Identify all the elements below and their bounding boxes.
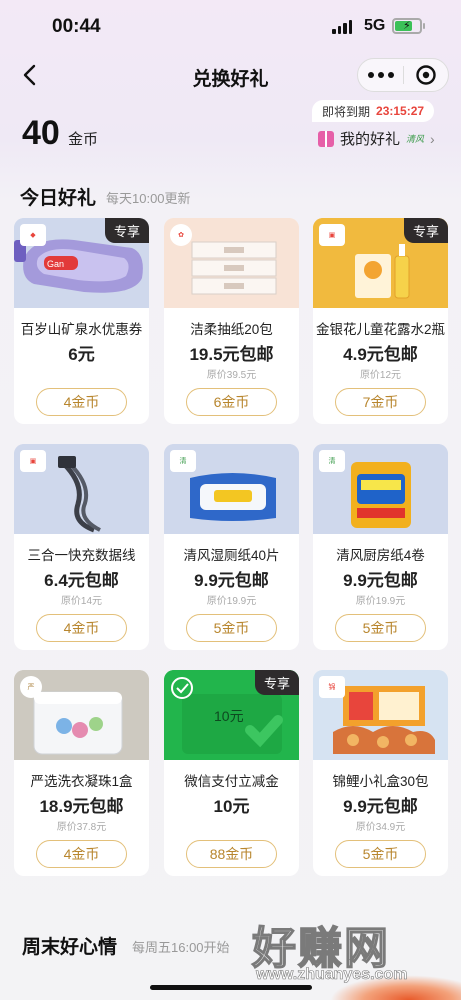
product-card[interactable]: Gan ◆ 专享 百岁山矿泉水优惠券 6元 4金币 [14,218,149,424]
redeem-button[interactable]: 5金币 [335,840,426,868]
product-name: 洁柔抽纸20包 [190,322,273,337]
product-original-price: 原价34.9元 [355,822,406,833]
target-icon[interactable] [404,59,448,91]
battery-icon: ⚡ [392,18,422,34]
redeem-button[interactable]: 5金币 [186,614,277,642]
my-gifts-brand: 清风 [406,134,425,144]
product-price: 9.9元包邮 [343,571,418,590]
product-image: Gan ◆ 专享 [14,218,149,308]
product-name: 金银花儿童花露水2瓶 [315,322,445,337]
product-name: 三合一快充数据线 [27,548,136,563]
mini-program-capsule [357,58,449,92]
product-original-price: 原价14元 [60,596,103,607]
my-gifts-link[interactable]: 我的好礼 清风 › [318,128,435,149]
redeem-button[interactable]: 88金币 [186,840,277,868]
product-image: 锦 [313,670,448,760]
signal-icon [332,20,352,34]
weekend-section-title: 周末好心情 [22,937,118,958]
battery-tip [423,23,425,29]
status-time: 00:44 [52,16,101,37]
chevron-right-icon: › [430,130,435,147]
product-image: 清 [164,444,299,534]
product-original-price: 原价12元 [359,370,402,381]
watermark-url: www.zhuanyes.com [256,966,408,984]
exclusive-badge: 专享 [104,218,149,243]
product-name: 严选洗衣凝珠1盒 [30,774,133,789]
product-name: 清风湿厕纸40片 [183,548,280,563]
product-card[interactable]: ▣ 三合一快充数据线 6.4元包邮 原价14元 4金币 [14,444,149,650]
redeem-button[interactable]: 6金币 [186,388,277,416]
brand-logo: 清 [170,450,196,472]
svg-text:Gan: Gan [47,259,64,269]
product-card[interactable]: ▣ 专享 金银花儿童花露水2瓶 4.9元包邮 原价12元 7金币 [313,218,448,424]
status-bar: 00:44 5G ⚡ [0,0,461,52]
product-price: 6元 [68,345,95,364]
product-original-price: 原价19.9元 [206,596,257,607]
nav-bar: 兑换好礼 [0,52,461,98]
product-card[interactable]: 清 清风厨房纸4卷 9.9元包邮 原价19.9元 5金币 [313,444,448,650]
network-type: 5G [364,17,386,34]
product-price: 19.5元包邮 [189,345,274,364]
brand-logo: ◆ [20,224,46,246]
brand-logo: ✿ [170,224,192,246]
brand-logo: 清 [319,450,345,472]
exclusive-badge: 专享 [403,218,448,243]
product-image: 清 [313,444,448,534]
today-section-subtitle: 每天10:00更新 [106,191,191,206]
today-section-title: 今日好礼 [20,188,97,209]
redeem-button[interactable]: 7金币 [335,388,426,416]
product-price: 18.9元包邮 [39,797,124,816]
expire-badge: 即将到期 23:15:27 [312,100,435,122]
redeem-button[interactable]: 5金币 [335,614,426,642]
my-gifts-label: 我的好礼 [340,131,401,148]
product-original-price: 原价37.8元 [56,822,107,833]
product-name: 微信支付立减金 [184,774,279,789]
brand-logo: 严 [20,676,42,698]
exclusive-badge: 专享 [254,670,299,695]
product-card[interactable]: 锦 锦鲤小礼盒30包 9.9元包邮 原价34.9元 5金币 [313,670,448,876]
product-price: 10元 [213,797,250,816]
product-card[interactable]: ✿ 洁柔抽纸20包 19.5元包邮 原价39.5元 6金币 [164,218,299,424]
redeem-button[interactable]: 4金币 [36,614,127,642]
product-image: ▣ [14,444,149,534]
product-name: 清风厨房纸4卷 [336,548,425,563]
product-card[interactable]: 清 清风湿厕纸40片 9.9元包邮 原价19.9元 5金币 [164,444,299,650]
product-price: 9.9元包邮 [194,571,269,590]
product-image: 10元 专享 [164,670,299,760]
redeem-button[interactable]: 4金币 [36,840,127,868]
redeem-button[interactable]: 4金币 [36,388,127,416]
product-price: 9.9元包邮 [343,797,418,816]
product-card[interactable]: 严 严选洗衣凝珠1盒 18.9元包邮 原价37.8元 4金币 [14,670,149,876]
product-price: 6.4元包邮 [44,571,119,590]
gift-icon [318,130,334,147]
home-indicator [150,985,312,990]
product-price: 4.9元包邮 [343,345,418,364]
brand-logo: ▣ [20,450,46,472]
product-image: ▣ 专享 [313,218,448,308]
brand-logo: ▣ [319,224,345,246]
weekend-section-subtitle: 每周五16:00开始 [132,940,230,955]
product-name: 锦鲤小礼盒30包 [332,774,429,789]
product-image: 严 [14,670,149,760]
product-card[interactable]: 10元 专享 微信支付立减金 10元 88金币 [164,670,299,876]
voucher-amount: 10元 [214,708,244,724]
expire-countdown: 23:15:27 [376,104,425,118]
expire-label: 即将到期 [322,104,371,119]
product-original-price: 原价19.9元 [355,596,406,607]
coin-unit: 金币 [68,131,99,148]
product-name: 百岁山矿泉水优惠券 [20,322,143,337]
product-original-price: 原价39.5元 [206,370,257,381]
coin-balance: 40 [22,114,60,152]
brand-logo: 锦 [319,676,345,698]
more-dots-icon[interactable] [358,59,403,91]
product-image: ✿ [164,218,299,308]
